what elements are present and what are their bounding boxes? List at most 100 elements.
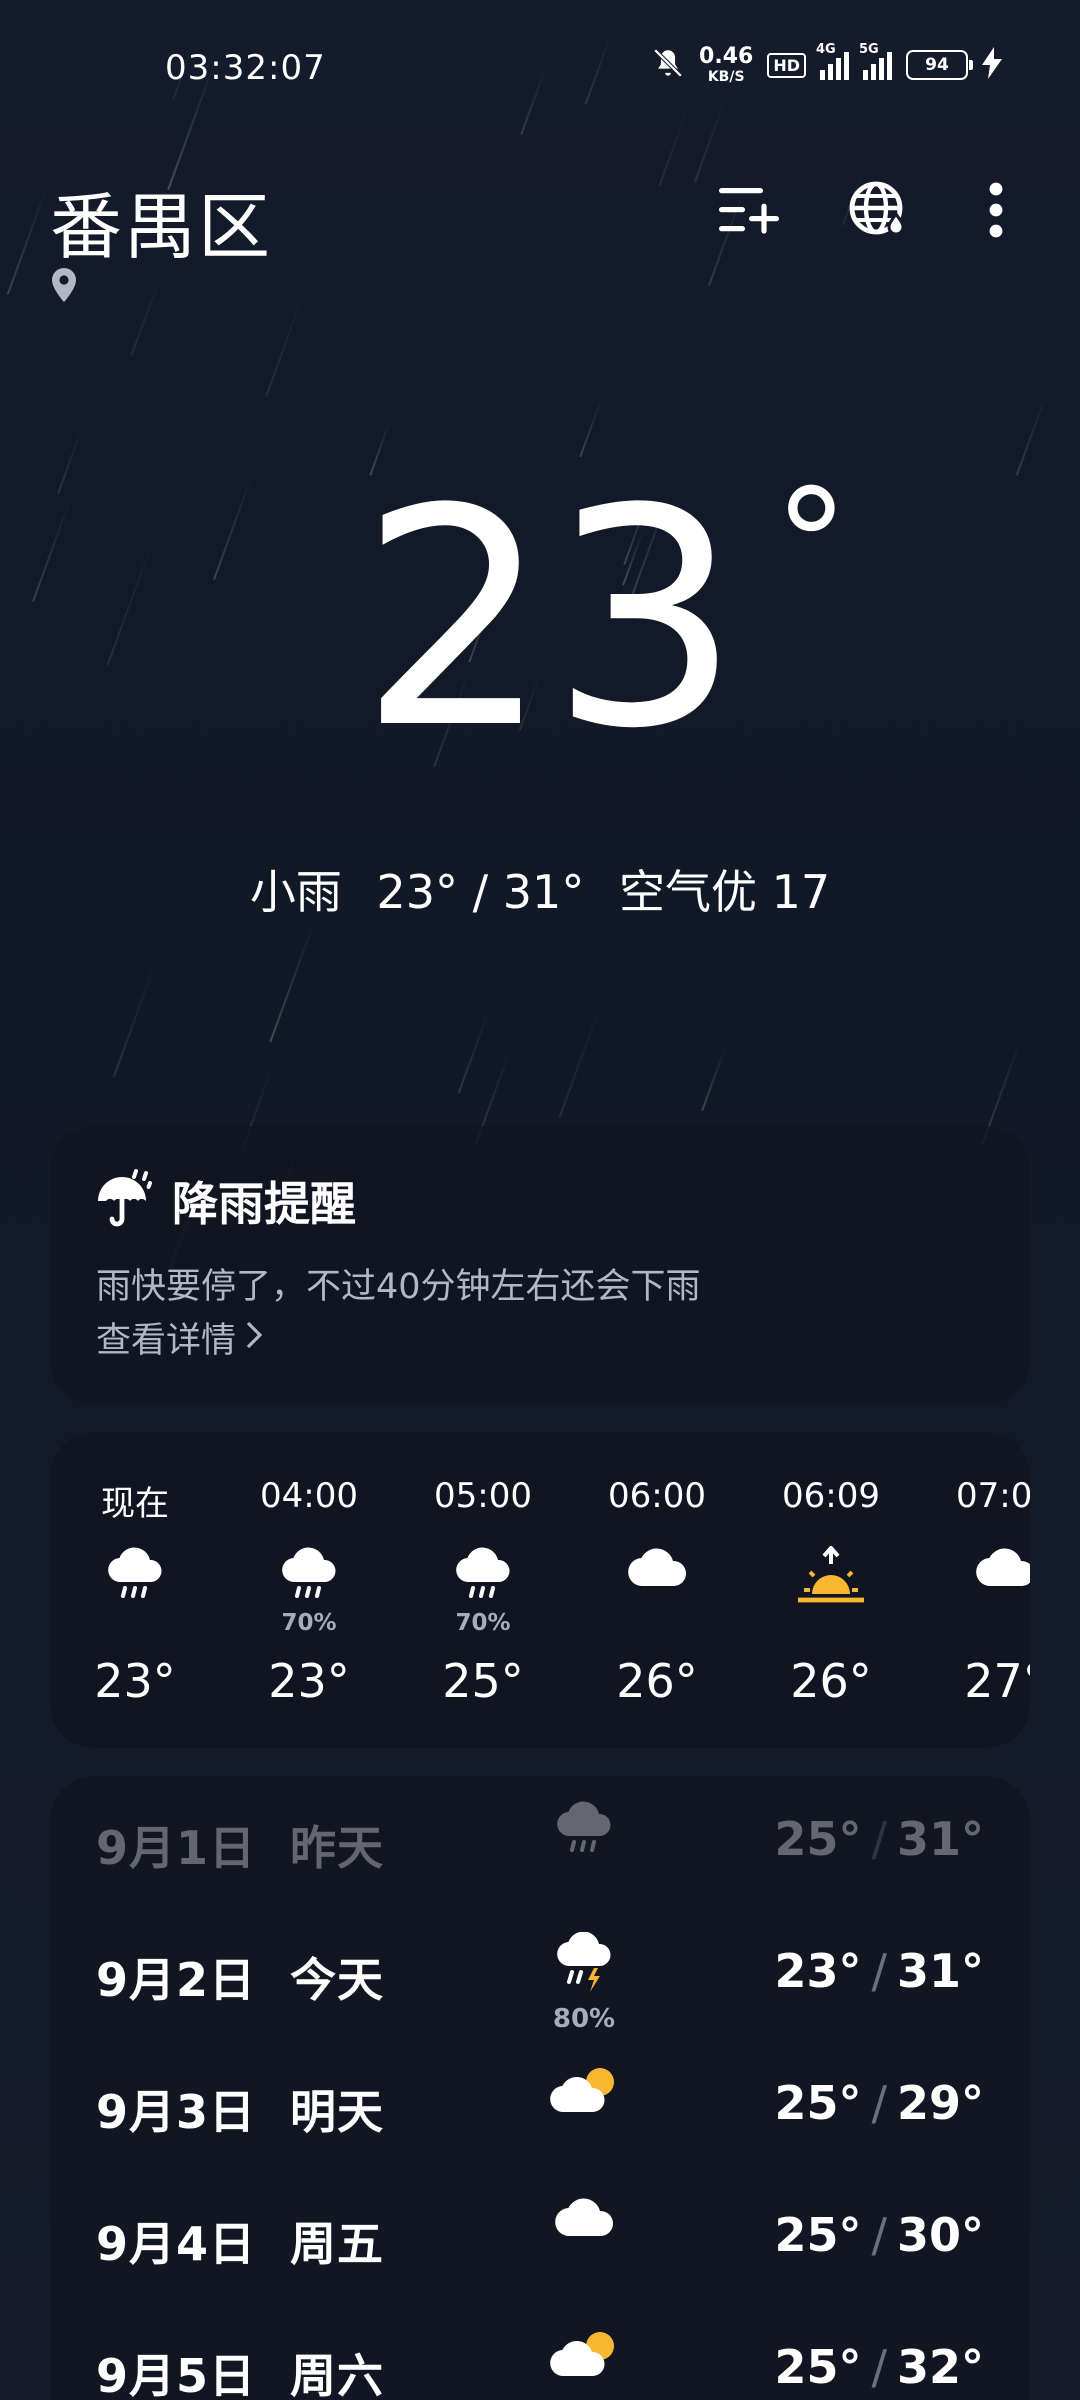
daily-day-label: 今天	[290, 1953, 385, 2007]
daily-date: 9月3日 明天	[96, 2076, 384, 2142]
daily-day-label: 周五	[290, 2217, 385, 2271]
range-separator: /	[871, 2208, 887, 2262]
daily-low: 25°	[774, 2076, 862, 2130]
daily-row[interactable]: 9月2日 今天 80% 23°/31°	[50, 1908, 1030, 2038]
hourly-time: 07:00	[956, 1476, 1030, 1516]
sim2-network-type: 5G	[859, 42, 879, 57]
current-temperature: 23 °	[0, 470, 1080, 770]
status-bar: 03:32:07 0.46 KB/S HD 4G 5G 94	[0, 0, 1080, 130]
cloud-icon	[544, 2196, 624, 2266]
daily-date: 9月1日 昨天	[96, 1812, 384, 1878]
hourly-item: 05:00 70% 25°	[396, 1432, 570, 1748]
daily-temp-range: 25°/30°	[774, 2208, 984, 2262]
hourly-temp: 25°	[442, 1654, 524, 1708]
daily-high: 31°	[896, 1944, 984, 1998]
daily-date: 9月4日 周五	[96, 2208, 384, 2274]
thunderstorm-icon	[544, 1932, 624, 2002]
air-quality: 空气优 17	[618, 865, 831, 919]
network-speed-unit: KB/S	[707, 69, 745, 85]
rain-alert-description: 雨快要停了，不过40分钟左右还会下雨	[96, 1267, 701, 1307]
status-icons: 0.46 KB/S HD 4G 5G 94	[651, 42, 1002, 85]
hourly-temp: 23°	[268, 1654, 350, 1708]
daily-date-value: 9月1日	[96, 1821, 257, 1875]
signal-sim2-icon: 5G	[859, 42, 892, 80]
hourly-time: 06:00	[608, 1476, 706, 1516]
more-options-button[interactable]	[956, 172, 1036, 252]
hd-voice-icon: HD	[767, 52, 806, 78]
hourly-precip: 70%	[455, 1610, 511, 1636]
rain-alert-title: 降雨提醒	[172, 1177, 356, 1231]
signal-sim1-icon: 4G	[816, 42, 849, 80]
daily-low: 23°	[774, 1944, 862, 1998]
sunrise-icon	[744, 1546, 918, 1616]
globe-weather-icon	[848, 180, 908, 244]
chevron-right-icon	[246, 1318, 263, 1358]
daily-low: 25°	[774, 1812, 862, 1866]
daily-high: 30°	[896, 2208, 984, 2262]
hourly-temp: 26°	[616, 1654, 698, 1708]
rain-alert-details-link[interactable]: 查看详情	[96, 1312, 263, 1363]
hourly-time: 04:00	[260, 1476, 358, 1516]
daily-high: 29°	[896, 2076, 984, 2130]
network-speed-value: 0.46	[699, 44, 754, 69]
hourly-item: 06:09 26°	[744, 1432, 918, 1748]
low-high-temp: 23° / 31°	[376, 865, 585, 919]
rain-cloud-icon	[50, 1546, 222, 1616]
rain-cloud-icon	[396, 1546, 570, 1616]
location-pin-icon	[50, 268, 78, 302]
hourly-item: 04:00 70% 23°	[222, 1432, 396, 1748]
hourly-temp: 27°	[964, 1654, 1030, 1708]
weather-map-button[interactable]	[838, 172, 918, 252]
range-separator: /	[871, 2340, 887, 2394]
temperature-value: 23	[359, 445, 741, 794]
daily-row[interactable]: 9月1日 昨天 25°/31°	[50, 1776, 1030, 1906]
daily-row[interactable]: 9月4日 周五 25°/30°	[50, 2172, 1030, 2302]
daily-date-value: 9月4日	[96, 2217, 257, 2271]
rain-alert-card[interactable]: 降雨提醒 雨快要停了，不过40分钟左右还会下雨 查看详情	[50, 1126, 1030, 1404]
daily-day-label: 明天	[290, 2085, 385, 2139]
range-separator: /	[871, 2076, 887, 2130]
hourly-forecast[interactable]: 现在 23° 04:00 70% 23° 05:00 70% 25° 06:00 26° 06:09…	[50, 1432, 1030, 1748]
daily-row[interactable]: 9月5日 周六 25°/32°	[50, 2304, 1030, 2400]
partly-cloudy-icon	[544, 2064, 624, 2134]
network-speed: 0.46 KB/S	[699, 44, 754, 85]
hourly-time: 现在	[101, 1484, 169, 1524]
mute-icon	[651, 46, 685, 84]
city-title[interactable]: 番禺区	[50, 168, 272, 273]
daily-forecast[interactable]: 9月1日 昨天 25°/31° 9月2日 今天 80% 23°/31° 9月3日 明天 25…	[50, 1776, 1030, 2400]
more-options-icon	[989, 182, 1003, 242]
condition-summary[interactable]: 小雨 23° / 31° 空气优 17	[0, 856, 1080, 922]
condition-text: 小雨	[249, 865, 342, 919]
daily-date-value: 9月2日	[96, 1953, 257, 2007]
rain-alert-header: 降雨提醒	[96, 1168, 356, 1234]
rain-cloud-icon	[544, 1800, 624, 1870]
daily-day-label: 周六	[290, 2349, 385, 2400]
hourly-time: 05:00	[434, 1476, 532, 1516]
daily-day-label: 昨天	[290, 1821, 385, 1875]
daily-high: 32°	[896, 2340, 984, 2394]
hourly-precip: 70%	[281, 1610, 337, 1636]
hourly-item: 现在 23°	[50, 1432, 222, 1748]
manage-cities-icon	[719, 184, 781, 240]
range-separator: /	[871, 1944, 887, 1998]
battery-level: 94	[925, 55, 949, 75]
daily-precip: 80%	[552, 2004, 616, 2034]
daily-row[interactable]: 9月3日 明天 25°/29°	[50, 2040, 1030, 2170]
daily-date-value: 9月3日	[96, 2085, 257, 2139]
daily-date: 9月5日 周六	[96, 2340, 384, 2400]
rain-cloud-icon	[222, 1546, 396, 1616]
manage-cities-button[interactable]	[710, 172, 790, 252]
daily-temp-range: 23°/31°	[774, 1944, 984, 1998]
temperature-degree: °	[773, 458, 849, 632]
daily-high: 31°	[896, 1812, 984, 1866]
daily-low: 25°	[774, 2340, 862, 2394]
daily-temp-range: 25°/32°	[774, 2340, 984, 2394]
hourly-item: 06:00 26°	[570, 1432, 744, 1748]
details-link-label: 查看详情	[96, 1321, 237, 1361]
range-separator: /	[871, 1812, 887, 1866]
daily-temp-range: 25°/31°	[774, 1812, 984, 1866]
cloud-icon	[918, 1546, 1030, 1616]
hourly-temp: 26°	[790, 1654, 872, 1708]
daily-date-value: 9月5日	[96, 2349, 257, 2400]
partly-cloudy-icon	[544, 2328, 624, 2398]
